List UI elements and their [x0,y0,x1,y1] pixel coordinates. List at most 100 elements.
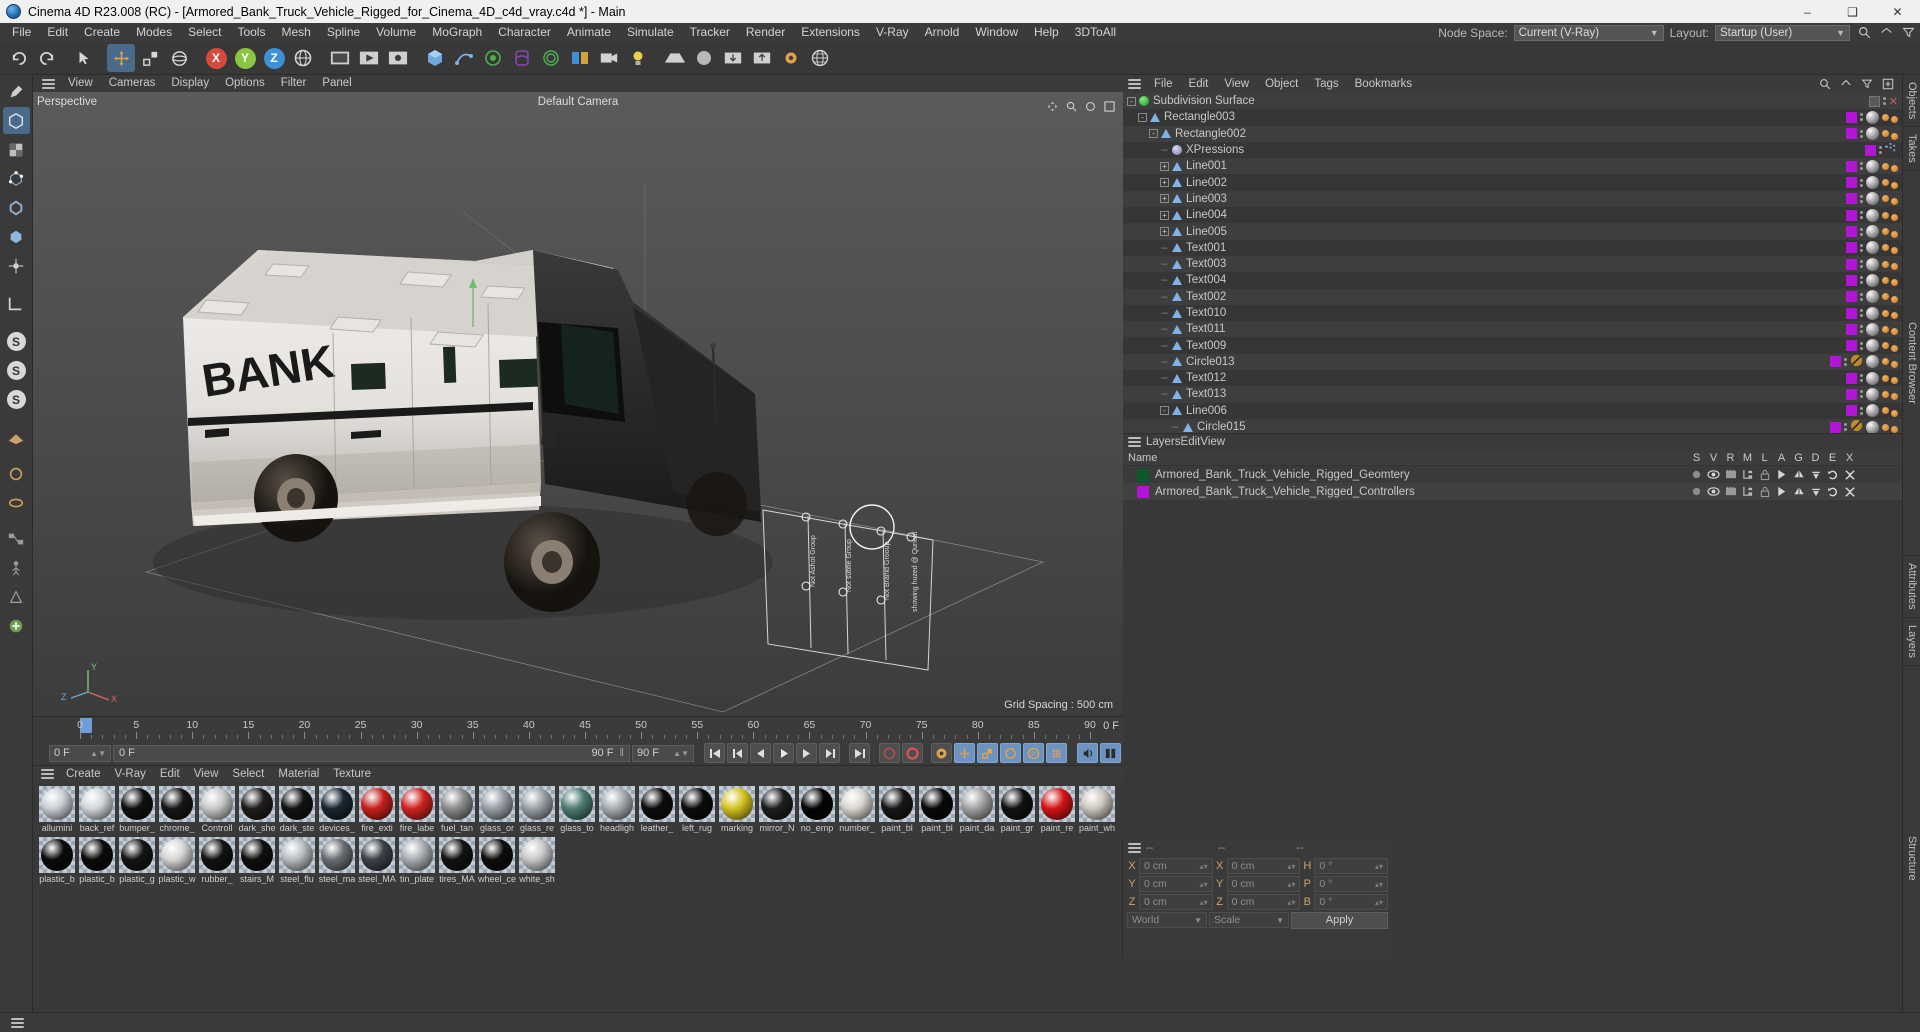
uvw-tag-icon[interactable] [1882,276,1889,284]
material-thumbnail[interactable] [559,786,595,822]
material-item[interactable]: mirror_N [757,786,797,833]
make-editable-icon[interactable] [3,78,30,105]
maximize-view-icon[interactable] [1101,98,1117,114]
expand-collapse-icon[interactable]: + [1160,227,1169,237]
play-button[interactable] [773,743,794,763]
uvw-tag-icon[interactable] [1882,228,1889,236]
render-view-icon[interactable] [326,44,354,72]
uvw-tag-icon[interactable] [1882,162,1889,170]
search-icon[interactable] [1856,25,1872,41]
material-tag-icon[interactable] [1866,225,1879,239]
maximize-button[interactable]: ❑ [1830,0,1875,23]
go-to-start-button[interactable] [704,743,725,763]
expand-collapse-icon[interactable]: - [1160,406,1169,416]
expand-collapse-icon[interactable]: + [1160,210,1169,220]
y-axis-lock-icon[interactable]: Y [231,44,259,72]
material-item[interactable]: plastic_w [157,837,197,884]
menu-item-edit[interactable]: Edit [39,25,76,39]
layout-select[interactable]: Startup (User) ▼ [1715,24,1850,41]
material-thumbnail[interactable] [479,786,515,822]
material-thumbnail[interactable] [79,786,115,822]
material-thumbnail[interactable] [519,786,555,822]
material-tag-icon[interactable] [1866,290,1879,304]
object-row[interactable]: + Line004 [1123,207,1902,224]
selection-tag-icon[interactable] [1891,165,1898,173]
menu-item-file[interactable]: File [4,25,39,39]
tab-content-browser[interactable]: Content Browser [1903,171,1920,557]
menu-item-spline[interactable]: Spline [319,25,368,39]
visibility-dots-icon[interactable] [1860,211,1863,220]
keyframe-settings-button[interactable] [931,743,952,763]
object-row[interactable]: – Text010 [1123,304,1902,322]
object-row[interactable]: - Subdivision Surface ✕ [1123,93,1902,110]
object-menu-item-bookmarks[interactable]: Bookmarks [1347,78,1421,90]
visibility-dots-icon[interactable] [1860,325,1863,334]
x-axis-lock-icon[interactable]: X [202,44,230,72]
menu-item-window[interactable]: Window [967,25,1026,39]
material-tag-icon[interactable] [1866,257,1879,271]
stepper-icon[interactable]: ▴▾ [1287,862,1295,871]
menu-item-mesh[interactable]: Mesh [273,25,318,39]
object-row[interactable]: + Line003 [1123,190,1902,208]
visibility-dots-icon[interactable] [1860,276,1863,285]
visibility-dots-icon[interactable] [1844,357,1847,366]
material-item[interactable]: rubber_ [197,837,237,884]
layer-toggle-l[interactable] [1756,486,1773,498]
weight-tool-icon[interactable] [3,583,30,610]
menu-item-animate[interactable]: Animate [559,25,619,39]
object-row[interactable]: – Text002 [1123,288,1902,305]
selection-tag-icon[interactable] [1891,214,1898,222]
layer-column-l[interactable]: L [1756,452,1773,464]
coordinates-hamburger-icon[interactable] [1128,842,1141,853]
material-thumbnail[interactable] [479,837,515,873]
layer-toggle-d[interactable] [1807,486,1824,498]
uvw-tag-icon[interactable] [1882,260,1889,268]
material-thumbnail[interactable] [279,837,315,873]
object-row[interactable]: – Text003 [1123,255,1902,273]
apply-button[interactable]: Apply [1291,911,1388,929]
material-thumbnail[interactable] [39,837,75,873]
object-row[interactable]: + Line001 [1123,158,1902,175]
visibility-dots-icon[interactable] [1860,227,1863,236]
visibility-dots-icon[interactable] [1860,341,1863,350]
material-item[interactable]: Controll [197,786,237,833]
layer-toggle-r[interactable] [1722,486,1739,497]
viewport-menu-item-options[interactable]: Options [217,77,273,89]
selection-tag-icon[interactable] [1891,312,1898,319]
material-item[interactable]: glass_re [517,786,557,833]
uvw-tag-icon[interactable] [1882,293,1889,301]
polygons-mode-icon[interactable] [3,223,30,250]
material-menu-item-edit[interactable]: Edit [153,768,187,780]
menu-item-simulate[interactable]: Simulate [619,25,682,39]
material-item[interactable]: headligh [597,786,637,833]
material-thumbnail[interactable] [1039,786,1075,822]
layer-toggle-g[interactable] [1790,469,1807,481]
material-item[interactable]: glass_to [557,786,597,833]
layer-color-swatch[interactable] [1846,340,1857,352]
material-thumbnail[interactable] [239,786,275,822]
material-tag-icon[interactable] [1866,273,1879,287]
layer-toggle-r[interactable] [1722,469,1739,480]
layer-toggle-g[interactable] [1790,486,1807,498]
object-row[interactable]: – Text009 [1123,337,1902,354]
disabled-tag-icon[interactable] [1850,419,1863,433]
visibility-dots-icon[interactable] [1860,113,1863,122]
material-item[interactable]: paint_da [957,786,997,833]
selection-tag-icon[interactable] [1891,328,1898,336]
menu-item-help[interactable]: Help [1026,25,1067,39]
ring-selection-icon[interactable] [3,489,30,516]
material-item[interactable]: chrome_ [157,786,197,833]
material-tag-icon[interactable] [1866,306,1879,320]
object-row[interactable]: – Text013 [1123,386,1902,403]
selection-tag-icon[interactable] [1891,246,1898,254]
layer-toggle-e[interactable] [1824,469,1841,481]
plus-icon[interactable] [1880,76,1896,92]
layer-menu-item-edit[interactable]: Edit [1181,436,1201,448]
menu-item-mograph[interactable]: MoGraph [424,25,490,39]
layer-toggle-v[interactable] [1705,469,1722,480]
object-row[interactable]: – Text001 [1123,239,1902,256]
layer-row[interactable]: Armored_Bank_Truck_Vehicle_Rigged_Geomte… [1123,466,1902,483]
material-thumbnail[interactable] [359,786,395,822]
layer-color-swatch[interactable] [1830,356,1841,368]
object-row[interactable]: - Rectangle002 [1123,125,1902,142]
